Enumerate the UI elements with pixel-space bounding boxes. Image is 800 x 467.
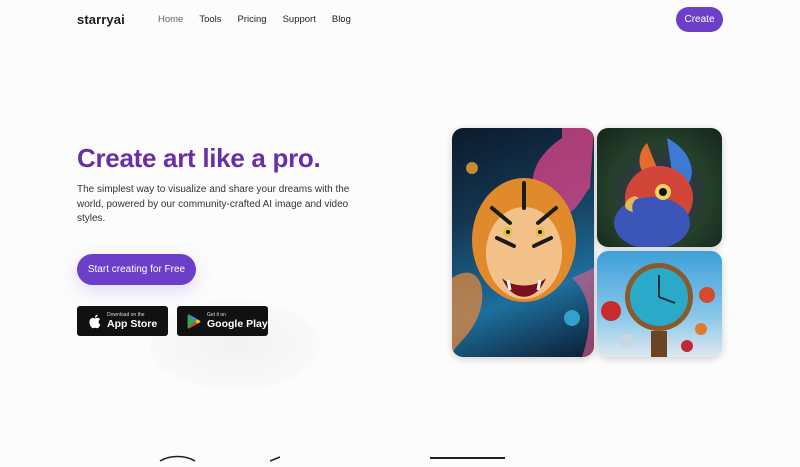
hero-title: Create art like a pro. [77,143,321,173]
artwork-gallery [452,128,722,357]
google-play-text: Get it on Google Play [207,311,268,330]
nav-item-tools[interactable]: Tools [199,14,221,25]
start-creating-button[interactable]: Start creating for Free [77,254,196,285]
next-section-peek [0,449,800,462]
nav-item-blog[interactable]: Blog [332,14,351,25]
google-play-icon [186,313,202,329]
site-logo[interactable]: starryai [77,12,125,27]
app-store-label: App Store [107,317,158,330]
create-button[interactable]: Create [676,7,723,32]
app-store-badge[interactable]: Download on the App Store [77,306,168,336]
hero-subtitle: The simplest way to visualize and share … [77,184,350,224]
nav-item-support[interactable]: Support [283,14,316,25]
nav-item-home[interactable]: Home [158,14,183,25]
google-play-badge[interactable]: Get it on Google Play [177,306,268,336]
google-play-small-text: Get it on [207,311,226,318]
clock-artwork-image [597,251,722,357]
nav-item-pricing[interactable]: Pricing [238,14,267,25]
bird-artwork-image [597,128,722,247]
nav-menu: Home Tools Pricing Support Blog [158,14,367,25]
app-store-text: Download on the App Store [107,311,158,330]
tiger-artwork-image [452,128,594,357]
google-play-label: Google Play [207,317,268,330]
app-store-small-text: Download on the [107,311,145,318]
top-navigation: starryai Home Tools Pricing Support Blog… [0,0,800,40]
apple-icon [86,313,102,329]
